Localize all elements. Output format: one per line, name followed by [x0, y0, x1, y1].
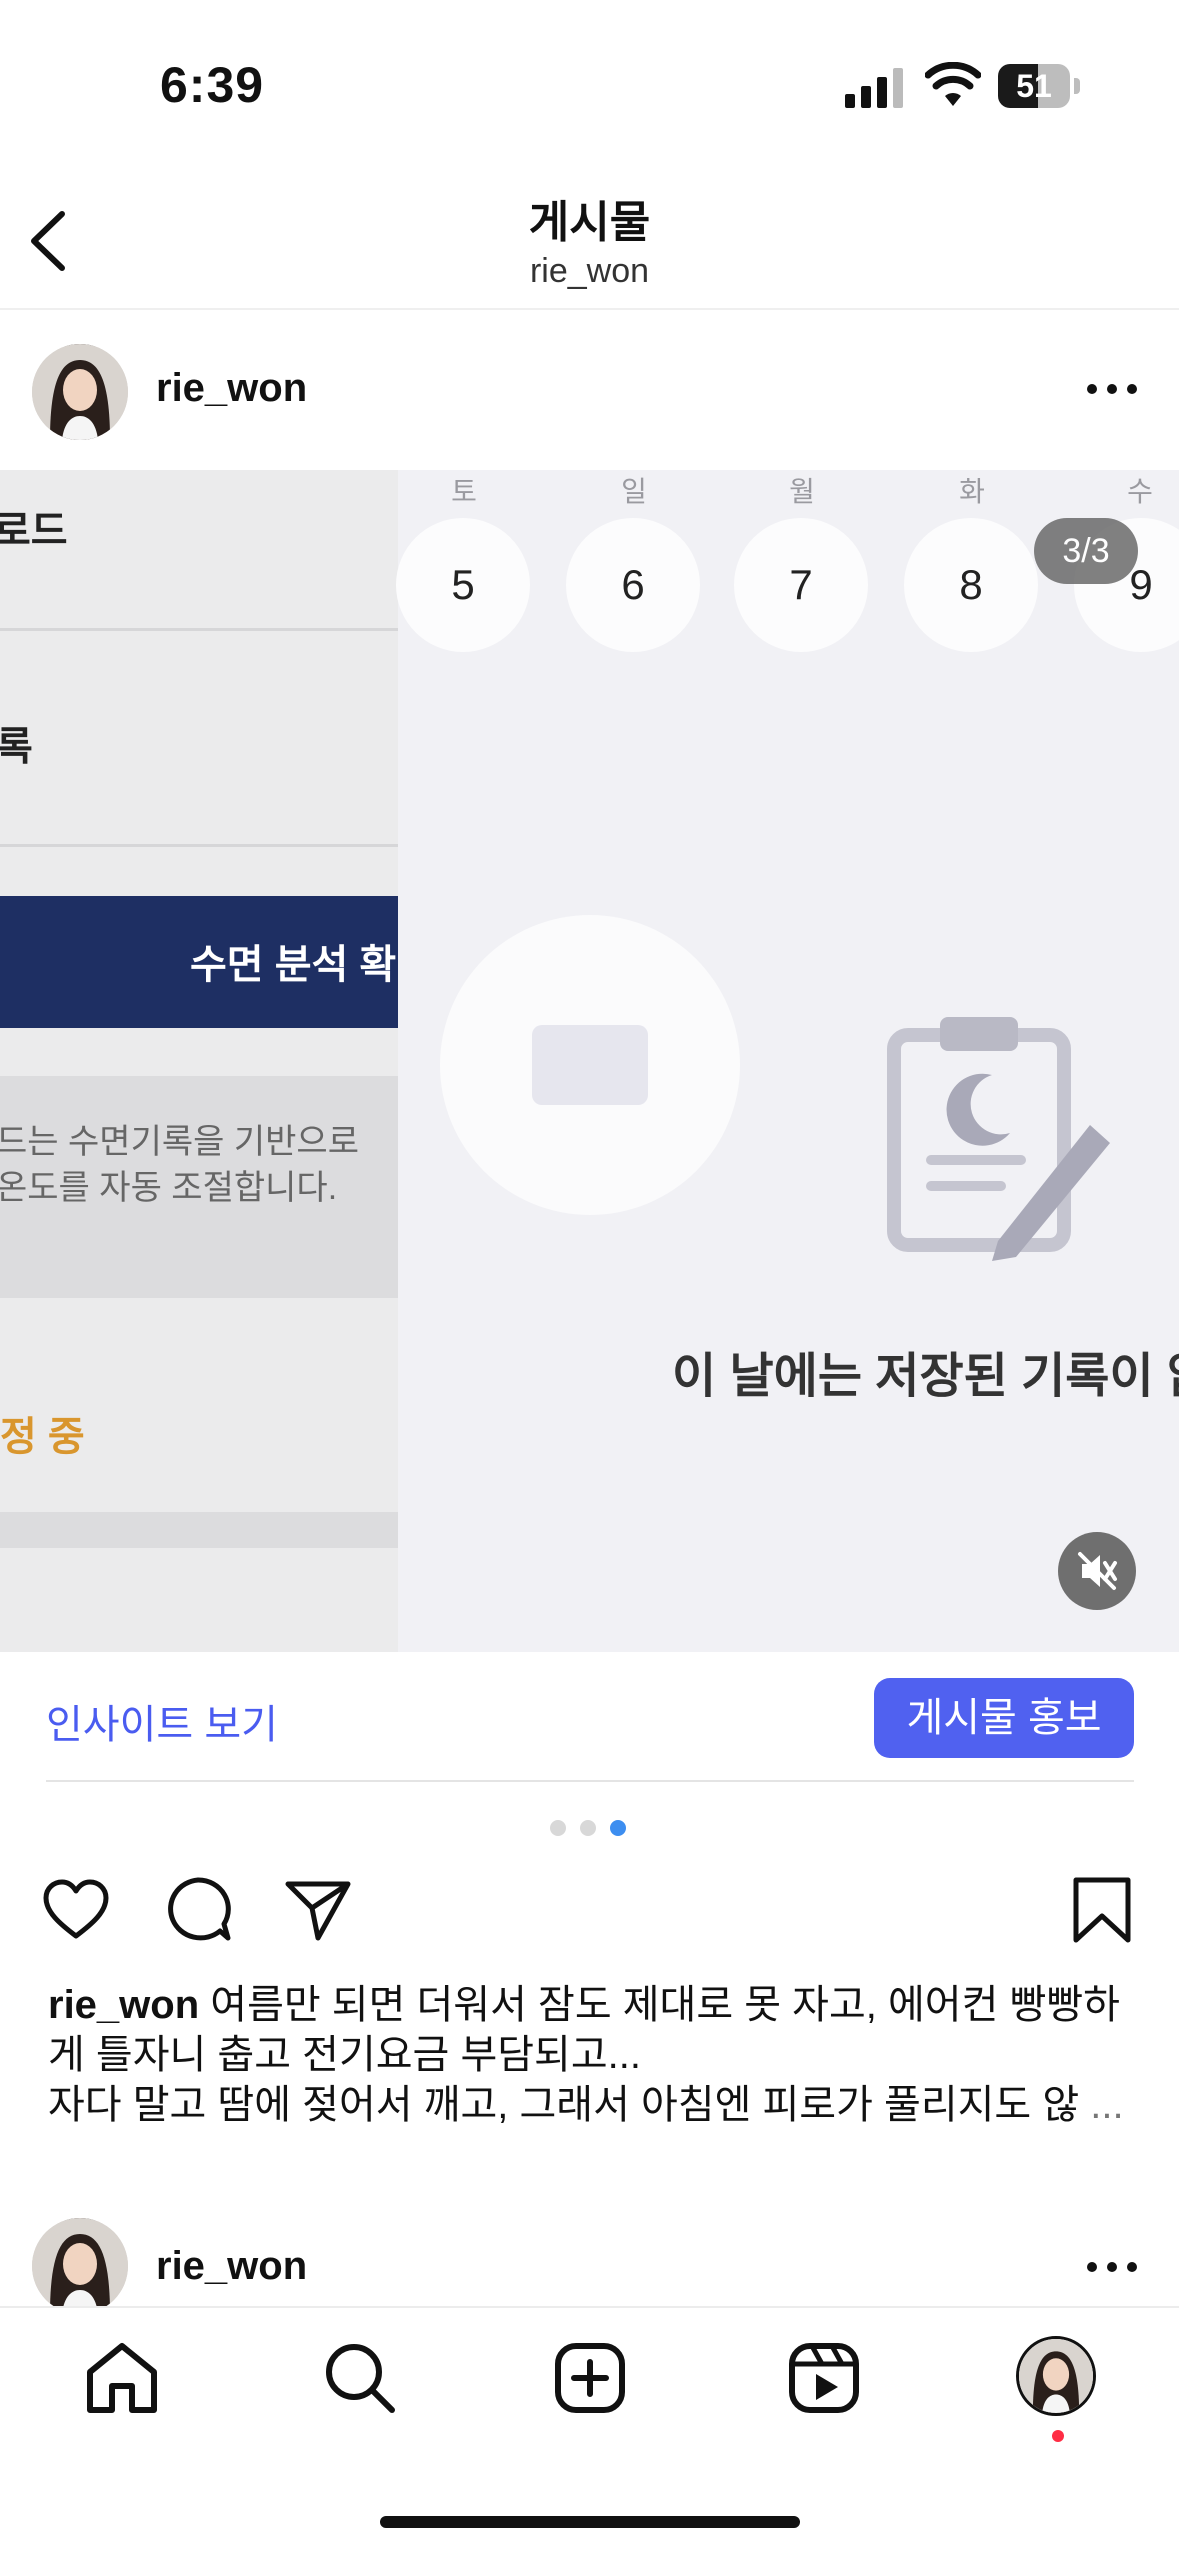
- post-media[interactable]: 로드 록 수면 분석 확 드는 수면기록을 기반으로 온도를 자동 조절합니다.…: [0, 470, 1179, 1652]
- panel-description-box: 드는 수면기록을 기반으로 온도를 자동 조절합니다.: [0, 1076, 398, 1298]
- empty-circle: [440, 915, 740, 1215]
- panel-desc-2: 온도를 자동 조절합니다.: [0, 1169, 338, 1207]
- panel-desc-1: 드는 수면기록을 기반으로: [0, 1123, 359, 1161]
- panel-divider: [0, 628, 398, 631]
- clipboard-moon-icon: [887, 1017, 1110, 1261]
- reels-icon[interactable]: [784, 2338, 864, 2418]
- search-icon[interactable]: [320, 2338, 400, 2418]
- comment-icon[interactable]: [162, 1874, 234, 1946]
- heart-icon[interactable]: [40, 1874, 112, 1946]
- carousel-page-badge: 3/3: [1034, 518, 1138, 584]
- day-label: 월: [789, 476, 815, 507]
- post-caption[interactable]: rie_won 여름만 되면 더워서 잠도 제대로 못 자고, 에어컨 빵빵하게…: [48, 1980, 1138, 2080]
- carousel-dot: [550, 1820, 566, 1836]
- day-circle: 8: [904, 518, 1038, 652]
- notification-dot: [1052, 2430, 1064, 2442]
- caption-more[interactable]: ...: [1090, 2083, 1123, 2127]
- more-horizontal-icon[interactable]: [1080, 374, 1144, 404]
- panel-bar: [0, 1512, 398, 1548]
- battery-indicator: 51: [998, 64, 1080, 108]
- profile-tab-avatar[interactable]: [1016, 2336, 1096, 2416]
- page-title: 게시물: [528, 198, 651, 247]
- send-icon[interactable]: [282, 1874, 354, 1946]
- empty-record-message: 이 날에는 저장된 기록이 없: [672, 1350, 1179, 1403]
- status-time: 6:39: [160, 57, 265, 113]
- media-left-panel: 로드 록 수면 분석 확 드는 수면기록을 기반으로 온도를 자동 조절합니다.…: [0, 470, 398, 1652]
- carousel-dot: [580, 1820, 596, 1836]
- home-icon[interactable]: [82, 2338, 162, 2418]
- view-insights-link[interactable]: 인사이트 보기: [46, 1692, 278, 1750]
- more-horizontal-icon[interactable]: [1080, 2252, 1144, 2282]
- divider: [46, 1780, 1134, 1782]
- promote-post-button[interactable]: 게시물 홍보: [874, 1678, 1134, 1758]
- day-label: 토: [451, 476, 477, 507]
- day-circle: 7: [734, 518, 868, 652]
- day-label: 일: [621, 476, 647, 507]
- day-label: 화: [959, 476, 985, 507]
- day-label: 수: [1127, 476, 1153, 507]
- wifi-icon: [925, 62, 981, 106]
- avatar[interactable]: [32, 2218, 128, 2314]
- caption-text-2: 자다 말고 땀에 젖어서 깨고, 그래서 아침엔 피로가 풀리지도 않: [48, 2083, 1080, 2127]
- mute-button[interactable]: [1058, 1532, 1136, 1610]
- caption-text-1: 여름만 되면 더워서 잠도 제대로 못 자고, 에어컨 빵빵하게 틀자니 춥고 …: [48, 1983, 1120, 2077]
- panel-status: 정 중: [0, 1415, 85, 1459]
- day-circle: 6: [566, 518, 700, 652]
- panel-text-2: 록: [0, 725, 33, 769]
- avatar[interactable]: [32, 344, 128, 440]
- caption-username[interactable]: rie_won: [48, 1983, 199, 2027]
- post-caption-continued[interactable]: 자다 말고 땀에 젖어서 깨고, 그래서 아침엔 피로가 풀리지도 않 ...: [48, 2080, 1138, 2130]
- bookmark-icon[interactable]: [1066, 1874, 1138, 1946]
- page-subtitle: rie_won: [529, 252, 650, 290]
- header-divider: [0, 308, 1179, 310]
- battery-level: 51: [1016, 68, 1052, 104]
- cellular-signal-icon: [845, 68, 903, 108]
- plus-square-icon[interactable]: [550, 2338, 630, 2418]
- post-username[interactable]: rie_won: [156, 366, 307, 411]
- carousel-dot-active: [610, 1820, 626, 1836]
- day-circle: 5: [396, 518, 530, 652]
- speaker-muted-icon: [1078, 1552, 1117, 1590]
- panel-text-1: 로드: [0, 509, 68, 553]
- panel-divider: [0, 844, 398, 847]
- next-post-username[interactable]: rie_won: [156, 2244, 307, 2289]
- sleep-analysis-button: 수면 분석 확: [0, 896, 398, 1028]
- circle-inner-shape: [532, 1025, 648, 1105]
- home-indicator[interactable]: [380, 2516, 800, 2528]
- sleep-analysis-label: 수면 분석 확: [190, 943, 397, 987]
